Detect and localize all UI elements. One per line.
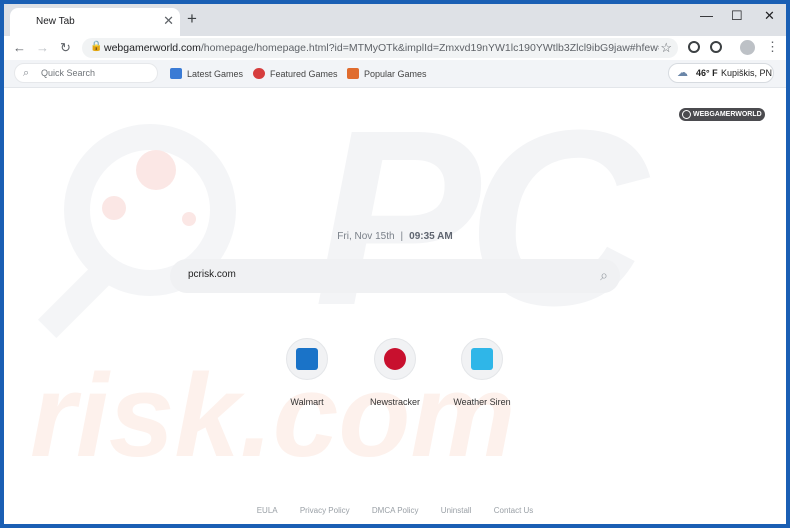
search-icon: ⌕: [23, 67, 30, 79]
new-tab-page: PC risk.com WEBGAMERWORLD Fri, Nov 15th |…: [4, 88, 786, 524]
weather-widget[interactable]: ☁ 46° F Kupiškis, PN: [668, 63, 774, 83]
tile-newstracker[interactable]: Newstracker: [355, 338, 435, 407]
weather-siren-icon: [471, 348, 493, 370]
footer-link-uninstall[interactable]: Uninstall: [441, 506, 472, 515]
new-tab-button[interactable]: +: [187, 10, 197, 28]
forward-button[interactable]: →: [36, 40, 49, 56]
search-input[interactable]: pcrisk.com: [188, 269, 236, 280]
date-time: Fri, Nov 15th | 09:35 AM: [4, 231, 786, 242]
browser-menu-icon[interactable]: ⋮: [766, 39, 779, 55]
latest-games-label: Latest Games: [187, 69, 244, 79]
profile-avatar-icon[interactable]: [740, 40, 755, 55]
popular-games-link[interactable]: Popular Games: [347, 66, 427, 82]
watermark-dot: [102, 196, 126, 220]
search-extension-icon[interactable]: [710, 41, 722, 53]
quick-search-placeholder: Quick Search: [41, 68, 96, 78]
footer-link-privacy[interactable]: Privacy Policy: [300, 506, 350, 515]
brand-name: WEBGAMERWORLD: [693, 111, 762, 118]
brand-logo[interactable]: WEBGAMERWORLD: [679, 108, 765, 121]
time-text: 09:35 AM: [409, 231, 453, 242]
lock-icon: 🔒: [90, 41, 103, 52]
quick-search-input[interactable]: ⌕ Quick Search: [14, 63, 158, 83]
watermark-pc: PC: [314, 88, 647, 357]
featured-games-label: Featured Games: [270, 69, 338, 79]
tile-weather-siren[interactable]: Weather Siren: [442, 338, 522, 407]
tile-label: Newstracker: [369, 397, 420, 407]
gamepad-logo-icon: [682, 110, 691, 119]
tab-title: New Tab: [36, 16, 75, 27]
tab-strip: New Tab ✕ + — ☐ ✕: [4, 4, 786, 36]
footer-link-contact[interactable]: Contact Us: [494, 506, 534, 515]
close-window-button[interactable]: ✕: [764, 8, 775, 24]
date-text: Fri, Nov 15th: [337, 231, 395, 242]
tile-circle: [461, 338, 503, 380]
gamepad-icon: [347, 68, 359, 79]
minimize-button[interactable]: —: [700, 8, 713, 24]
search-icon[interactable]: ⌕: [600, 266, 608, 284]
address-bar[interactable]: 🔒 webgamerworld.com/homepage/homepage.ht…: [82, 38, 678, 58]
popular-games-label: Popular Games: [364, 69, 427, 79]
watermark-dot: [136, 150, 176, 190]
footer-link-eula[interactable]: EULA: [257, 506, 278, 515]
latest-games-link[interactable]: Latest Games: [170, 66, 243, 82]
tile-label: Walmart: [290, 397, 324, 407]
tab-close-icon[interactable]: ✕: [163, 14, 174, 28]
footer-link-dmca[interactable]: DMCA Policy: [372, 506, 419, 515]
extension-icon[interactable]: [688, 41, 700, 53]
footer-links: EULA Privacy Policy DMCA Policy Uninstal…: [4, 506, 786, 515]
date-separator: |: [400, 231, 404, 242]
bookmark-star-icon[interactable]: ☆: [660, 40, 672, 56]
tile-circle: [374, 338, 416, 380]
url-domain: webgamerworld.com: [104, 42, 201, 54]
reload-button[interactable]: ↻: [60, 40, 71, 56]
tile-label: Weather Siren: [453, 397, 511, 407]
weather-location: Kupiškis, PN: [721, 68, 773, 78]
url-text[interactable]: webgamerworld.com/homepage/homepage.html…: [104, 42, 659, 54]
walmart-icon: [296, 348, 318, 370]
browser-toolbar: ← → ↻ 🔒 webgamerworld.com/homepage/homep…: [4, 36, 786, 60]
maximize-button[interactable]: ☐: [731, 8, 743, 24]
back-button[interactable]: ←: [13, 40, 26, 56]
watermark-handle: [37, 255, 121, 339]
watermark-dot: [182, 212, 196, 226]
tile-circle: [286, 338, 328, 380]
mask-icon: [253, 68, 265, 79]
extension-toolbar: ⌕ Quick Search Latest Games Featured Gam…: [4, 60, 786, 88]
browser-window: New Tab ✕ + — ☐ ✕ ← → ↻ 🔒 webgamerworld.…: [4, 4, 786, 524]
newstracker-icon: [384, 348, 406, 370]
tab-new-tab[interactable]: New Tab ✕: [10, 8, 180, 36]
search-box[interactable]: pcrisk.com ⌕: [170, 259, 620, 293]
cloud-icon: ☁: [677, 67, 688, 79]
weather-temp: 46° F: [696, 68, 718, 78]
monitor-icon: [170, 68, 182, 79]
featured-games-link[interactable]: Featured Games: [253, 66, 338, 82]
tile-walmart[interactable]: Walmart: [267, 338, 347, 407]
url-path: /homepage/homepage.html?id=MTMyOTk&implI…: [200, 42, 659, 54]
